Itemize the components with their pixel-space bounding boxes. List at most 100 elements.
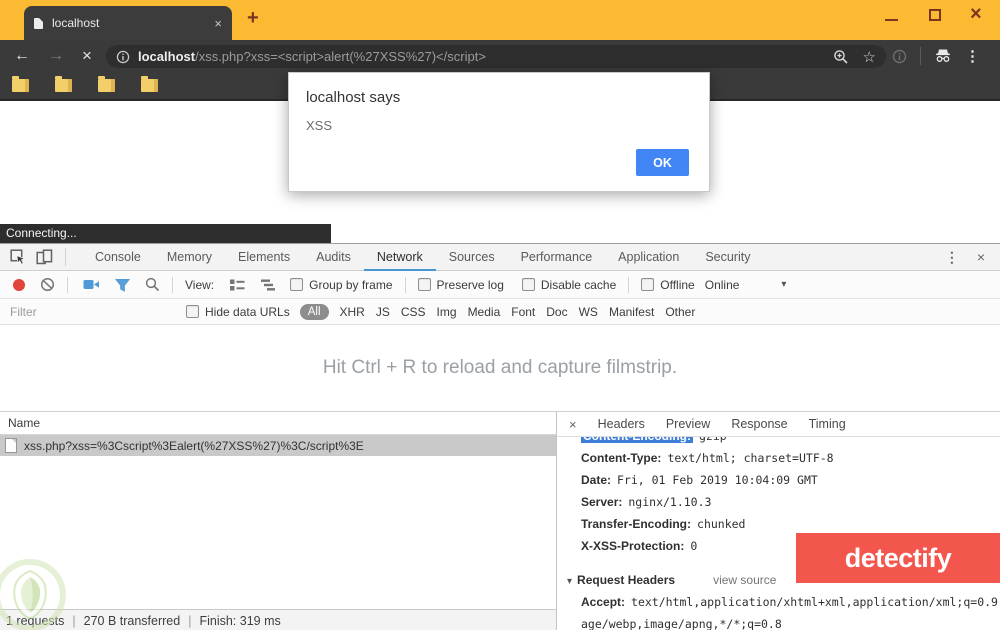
filter-pill-font[interactable]: Font	[511, 305, 535, 319]
group-by-frame-checkbox[interactable]	[290, 278, 303, 291]
close-details-icon[interactable]: ×	[569, 417, 577, 432]
request-headers-title: Request Headers	[577, 573, 675, 587]
response-header-row: Date:Fri, 01 Feb 2019 10:04:09 GMT	[557, 469, 1000, 491]
bookmark-folder-icon[interactable]	[141, 79, 158, 92]
filter-input[interactable]	[8, 304, 172, 320]
devtools-tab-sources[interactable]: Sources	[436, 244, 508, 271]
filter-pill-all[interactable]: All	[300, 304, 329, 320]
preserve-log-checkbox[interactable]	[418, 278, 431, 291]
triangle-expanded-icon[interactable]: ▾	[567, 576, 572, 587]
filter-pill-other[interactable]: Other	[665, 305, 695, 319]
details-tab-preview[interactable]: Preview	[666, 417, 710, 431]
filter-pill-ws[interactable]: WS	[579, 305, 598, 319]
preserve-log-label: Preserve log	[437, 278, 504, 292]
devtools-tab-application[interactable]: Application	[605, 244, 692, 271]
network-filter-row: Hide data URLs All XHR JS CSS Img Media …	[0, 299, 1000, 325]
divider: |	[188, 614, 191, 628]
chevron-down-icon[interactable]: ▾	[781, 279, 786, 290]
detectify-logo: detectify	[796, 533, 1000, 583]
divider	[67, 277, 68, 293]
hide-data-urls-label: Hide data URLs	[205, 305, 290, 319]
device-toolbar-icon[interactable]	[36, 249, 53, 265]
waterfall-view-icon[interactable]	[260, 278, 276, 292]
record-network-log-button[interactable]	[13, 279, 25, 291]
list-view-icon[interactable]	[229, 278, 245, 292]
filter-pill-xhr[interactable]: XHR	[340, 305, 365, 319]
view-label: View:	[185, 278, 214, 292]
stop-button[interactable]: ×	[82, 44, 92, 68]
inspect-element-icon[interactable]	[10, 249, 26, 265]
devtools-tabbar: Console Memory Elements Audits Network S…	[0, 244, 1000, 271]
window-minimize-button[interactable]	[885, 19, 898, 21]
view-source-link[interactable]: view source	[713, 573, 776, 587]
url-host: localhost	[138, 49, 195, 64]
devtools-tab-performance[interactable]: Performance	[508, 244, 606, 271]
url-path: /xss.php?xss=<script>alert(%27XSS%27)</s…	[195, 49, 486, 64]
header-name: Accept:	[581, 595, 625, 609]
forward-button[interactable]: →	[48, 44, 64, 68]
alert-ok-button[interactable]: OK	[636, 149, 689, 176]
header-value: text/html,application/xhtml+xml,applicat…	[631, 595, 1000, 609]
request-details-panel: × Headers Preview Response Timing Conten…	[556, 412, 1000, 630]
filter-pill-js[interactable]: JS	[376, 305, 390, 319]
filter-pill-doc[interactable]: Doc	[546, 305, 567, 319]
bookmark-folder-icon[interactable]	[55, 79, 72, 92]
disable-cache-checkbox[interactable]	[522, 278, 535, 291]
devtools-tab-audits[interactable]: Audits	[303, 244, 364, 271]
zoom-icon[interactable]	[833, 49, 849, 65]
nav-right-controls: ⋮	[892, 40, 980, 72]
divider	[172, 277, 173, 293]
address-bar[interactable]: localhost/xss.php?xss=<script>alert(%27X…	[106, 45, 886, 68]
response-header-row: Transfer-Encoding:chunked	[557, 513, 1000, 535]
devtools-close-icon[interactable]: ×	[977, 249, 985, 265]
alert-message: XSS	[306, 118, 332, 133]
request-name: xss.php?xss=%3Cscript%3Ealert(%27XSS%27)…	[24, 439, 364, 453]
browser-menu-icon[interactable]: ⋮	[965, 47, 980, 65]
divider	[65, 248, 66, 266]
window-maximize-button[interactable]	[929, 9, 941, 21]
capture-screenshots-icon[interactable]	[83, 278, 100, 291]
throttling-select[interactable]: Online	[705, 278, 740, 292]
bookmark-star-icon[interactable]: ☆	[863, 48, 876, 66]
details-tab-response[interactable]: Response	[731, 417, 787, 431]
request-header-row-continuation: age/webp,image/apng,*/*;q=0.8	[557, 613, 1000, 630]
devtools-tab-console[interactable]: Console	[82, 244, 154, 271]
devtools-tab-security[interactable]: Security	[692, 244, 763, 271]
details-tab-timing[interactable]: Timing	[809, 417, 846, 431]
response-header-row: Content-Type:text/html; charset=UTF-8	[557, 447, 1000, 469]
bookmark-folder-icon[interactable]	[12, 79, 29, 92]
page-info-icon[interactable]	[116, 50, 130, 64]
header-name: Content-Encoding:	[581, 436, 693, 443]
new-tab-button[interactable]: +	[247, 7, 259, 30]
page-status-bubble: Connecting...	[0, 224, 331, 243]
hide-data-urls-checkbox[interactable]	[186, 305, 199, 318]
url-text: localhost/xss.php?xss=<script>alert(%27X…	[138, 49, 486, 64]
request-row[interactable]: xss.php?xss=%3Cscript%3Ealert(%27XSS%27)…	[0, 435, 556, 456]
window-close-button[interactable]: ×	[970, 3, 982, 26]
details-tab-headers[interactable]: Headers	[598, 417, 645, 431]
filter-funnel-icon[interactable]	[115, 278, 130, 292]
devtools-tab-network[interactable]: Network	[364, 244, 436, 271]
devtools-tab-elements[interactable]: Elements	[225, 244, 303, 271]
bookmark-folder-icon[interactable]	[98, 79, 115, 92]
requests-column-header[interactable]: Name	[0, 412, 556, 435]
response-header-row: Server:nginx/1.10.3	[557, 491, 1000, 513]
filter-pill-css[interactable]: CSS	[401, 305, 426, 319]
offline-checkbox[interactable]	[641, 278, 654, 291]
group-by-frame-label: Group by frame	[309, 278, 392, 292]
transferred-size: 270 B transferred	[84, 614, 181, 628]
extension-info-icon[interactable]	[892, 49, 907, 64]
window-titlebar: localhost × + ×	[0, 0, 1000, 40]
devtools-tab-memory[interactable]: Memory	[154, 244, 225, 271]
filter-pill-img[interactable]: Img	[437, 305, 457, 319]
filter-pill-manifest[interactable]: Manifest	[609, 305, 654, 319]
header-value: gzip	[699, 436, 727, 443]
network-toolbar: View: Group by frame Prese	[0, 271, 1000, 299]
browser-tab[interactable]: localhost ×	[24, 6, 232, 40]
search-icon[interactable]	[145, 277, 160, 292]
back-button[interactable]: ←	[14, 44, 30, 68]
filter-pill-media[interactable]: Media	[468, 305, 501, 319]
tab-close-icon[interactable]: ×	[214, 17, 222, 30]
clear-network-log-icon[interactable]	[40, 277, 55, 292]
devtools-menu-icon[interactable]: ⋮	[945, 249, 959, 266]
